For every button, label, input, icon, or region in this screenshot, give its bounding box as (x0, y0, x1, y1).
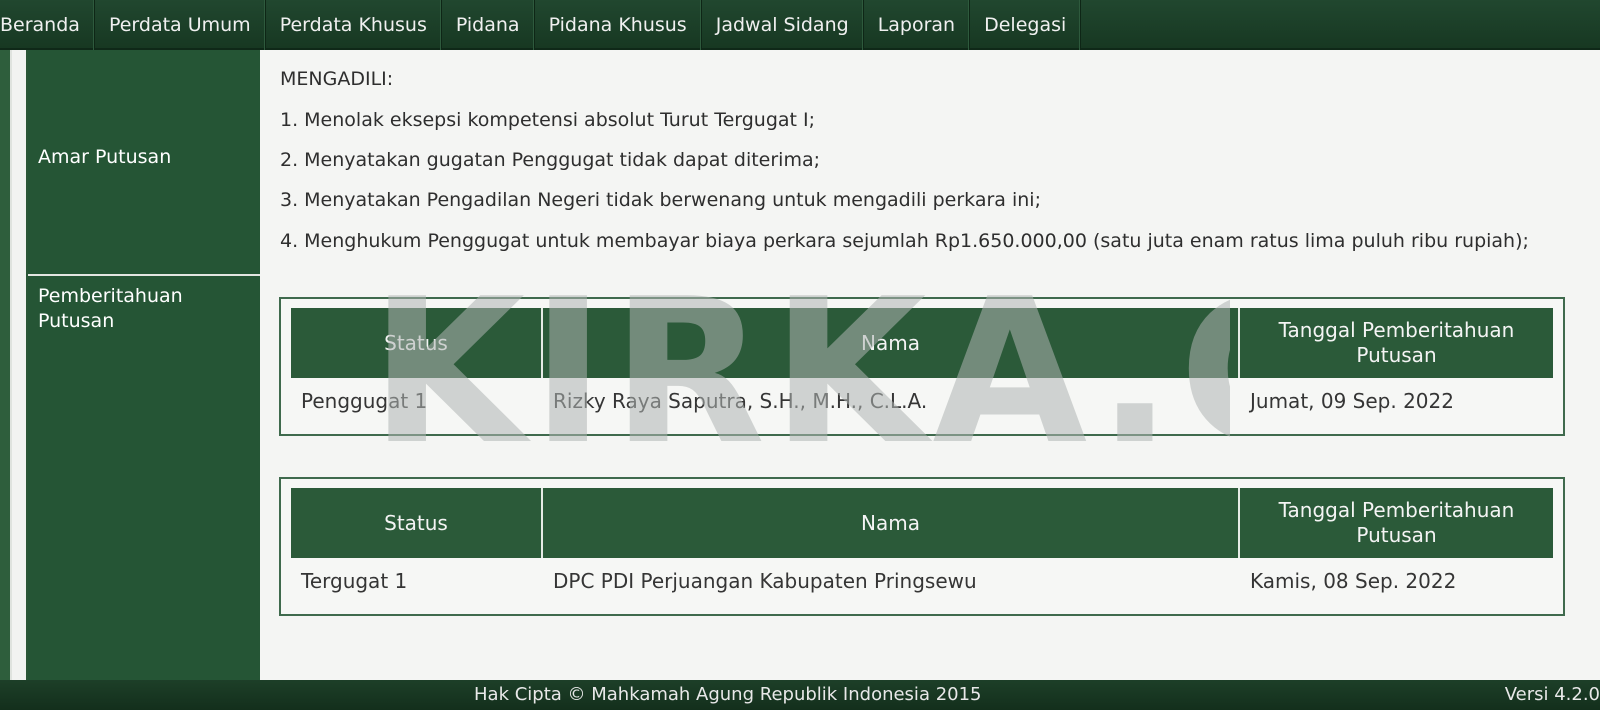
header-status: Status (291, 308, 543, 378)
footer-version: Versi 4.2.0 (1504, 684, 1600, 705)
label-amar-putusan: Amar Putusan (28, 50, 260, 276)
header-nama: Nama (543, 308, 1240, 378)
nav-laporan[interactable]: Laporan (864, 0, 971, 50)
pemberitahuan-table-2: Status Nama Tanggal Pemberitahuan Putusa… (279, 477, 1565, 616)
header-tanggal-line2: Putusan (1356, 523, 1437, 547)
amar-item-3: 3. Menyatakan Pengadilan Negeri tidak be… (280, 189, 1041, 211)
table-header: Status Nama Tanggal Pemberitahuan Putusa… (291, 308, 1553, 378)
nav-delegasi[interactable]: Delegasi (970, 0, 1082, 50)
left-rail (0, 50, 12, 680)
nav-pidana-khusus[interactable]: Pidana Khusus (535, 0, 702, 50)
cell-nama: DPC PDI Perjuangan Kabupaten Pringsewu (553, 569, 977, 593)
label-pemberitahuan-putusan: Pemberitahuan Putusan (28, 284, 260, 334)
label-column: Amar Putusan Pemberitahuan Putusan (28, 50, 260, 680)
header-tanggal-line2: Putusan (1356, 343, 1437, 367)
footer-copyright: Hak Cipta © Mahkamah Agung Republik Indo… (474, 684, 982, 705)
table-header: Status Nama Tanggal Pemberitahuan Putusa… (291, 488, 1553, 558)
cell-nama: Rizky Raya Saputra, S.H., M.H., C.L.A. (553, 389, 928, 413)
content-area: MENGADILI: 1. Menolak eksepsi kompetensi… (260, 50, 1600, 680)
rail-gap (12, 50, 26, 680)
label-pemberitahuan-line2: Putusan (38, 310, 115, 332)
cell-status: Tergugat 1 (301, 569, 408, 593)
nav-perdata-umum[interactable]: Perdata Umum (95, 0, 266, 50)
label-pemberitahuan-line1: Pemberitahuan (38, 285, 183, 307)
amar-item-1: 1. Menolak eksepsi kompetensi absolut Tu… (280, 109, 816, 131)
header-tanggal: Tanggal Pemberitahuan Putusan (1240, 308, 1553, 378)
header-tanggal-line1: Tanggal Pemberitahuan (1278, 318, 1515, 342)
top-navigation: Beranda Perdata Umum Perdata Khusus Pida… (0, 0, 1600, 50)
header-tanggal-line1: Tanggal Pemberitahuan (1278, 498, 1515, 522)
header-nama: Nama (543, 488, 1240, 558)
nav-pidana[interactable]: Pidana (442, 0, 535, 50)
cell-tanggal: Kamis, 08 Sep. 2022 (1250, 569, 1457, 593)
amar-heading: MENGADILI: (280, 68, 394, 90)
pemberitahuan-table-1: Status Nama Tanggal Pemberitahuan Putusa… (279, 297, 1565, 436)
header-status: Status (291, 488, 543, 558)
label-amar-putusan-text: Amar Putusan (38, 146, 172, 168)
cell-tanggal: Jumat, 09 Sep. 2022 (1250, 389, 1454, 413)
cell-status: Penggugat 1 (301, 389, 428, 413)
table-row: Tergugat 1 DPC PDI Perjuangan Kabupaten … (291, 558, 1553, 604)
nav-jadwal-sidang[interactable]: Jadwal Sidang (702, 0, 864, 50)
table-row: Penggugat 1 Rizky Raya Saputra, S.H., M.… (291, 378, 1553, 424)
header-tanggal: Tanggal Pemberitahuan Putusan (1240, 488, 1553, 558)
amar-item-4: 4. Menghukum Penggugat untuk membayar bi… (280, 230, 1529, 252)
footer: Hak Cipta © Mahkamah Agung Republik Indo… (0, 680, 1600, 710)
nav-perdata-khusus[interactable]: Perdata Khusus (266, 0, 442, 50)
nav-beranda[interactable]: Beranda (0, 0, 95, 50)
amar-item-2: 2. Menyatakan gugatan Penggugat tidak da… (280, 149, 821, 171)
